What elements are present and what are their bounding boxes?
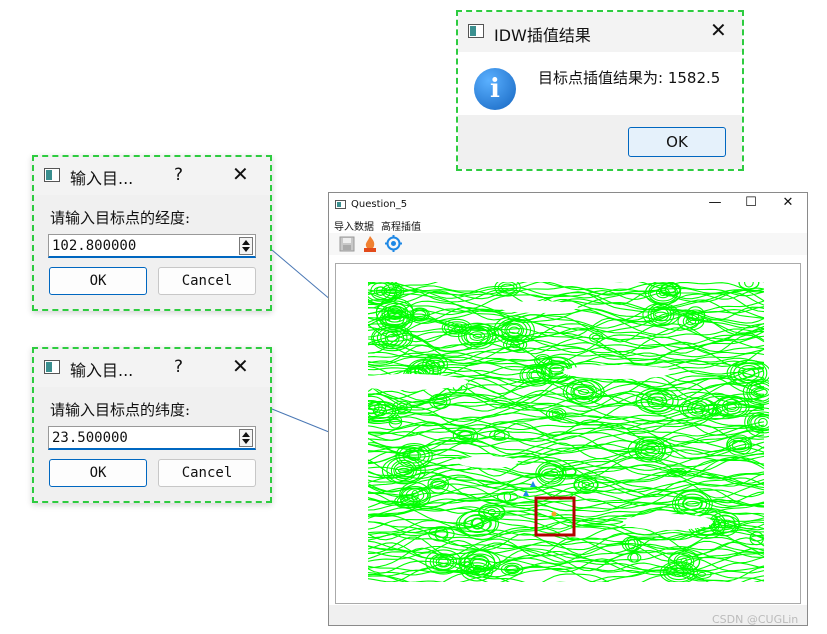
- maximize-button[interactable]: ☐: [741, 195, 761, 210]
- map-clearing: [563, 365, 673, 379]
- menu-elevation-interpolation[interactable]: 高程插值: [381, 218, 421, 233]
- idw-result-dialog: IDW插值结果 ✕ i 目标点插值结果为: 1582.5 OK: [456, 10, 744, 171]
- fire-icon[interactable]: [362, 235, 378, 253]
- menu-import-data[interactable]: 导入数据: [334, 218, 374, 233]
- target-icon[interactable]: [385, 235, 402, 252]
- close-button[interactable]: ✕: [710, 18, 727, 42]
- minimize-button[interactable]: —: [705, 195, 725, 210]
- menu-bar: 导入数据 高程插值: [329, 217, 807, 233]
- app-window-icon: [468, 24, 484, 38]
- dialog-title: IDW插值结果: [494, 26, 591, 45]
- app-window-icon: [335, 200, 346, 209]
- save-icon[interactable]: [339, 236, 355, 252]
- ok-button[interactable]: OK: [628, 127, 726, 157]
- toolbar: [329, 233, 807, 255]
- target-point: [551, 511, 557, 517]
- contour-map[interactable]: [368, 282, 769, 582]
- dialog-footer: OK: [458, 115, 742, 169]
- main-window: Question_5 — ☐ ✕ 导入数据 高程插值: [328, 192, 808, 626]
- map-clearing: [498, 301, 578, 313]
- map-clearing: [458, 456, 518, 468]
- result-message: 目标点插值结果为: 1582.5: [538, 69, 721, 87]
- close-button[interactable]: ✕: [778, 195, 798, 210]
- map-clearing: [623, 514, 713, 530]
- dialog-titlebar[interactable]: IDW插值结果 ✕: [458, 12, 742, 52]
- window-title: Question_5: [351, 199, 408, 210]
- watermark-text: CSDN @CUGLin: [712, 613, 799, 626]
- info-icon: i: [474, 68, 516, 110]
- window-titlebar[interactable]: Question_5 — ☐ ✕: [329, 193, 807, 217]
- map-canvas[interactable]: [335, 263, 801, 604]
